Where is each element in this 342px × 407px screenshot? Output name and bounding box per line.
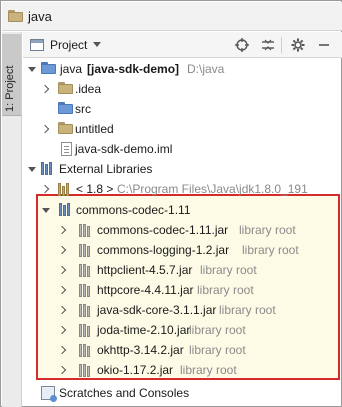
root-path: D:\java [187, 62, 225, 76]
project-tool-tab-label: 1: Project [4, 65, 16, 112]
jar-note: library root [197, 283, 254, 297]
tree-node-jar[interactable]: joda-time-2.10.jar library root [23, 320, 342, 340]
folder-label: .idea [75, 82, 102, 96]
jdk-icon [58, 182, 72, 199]
tree-node-commons-codec-lib[interactable]: commons-codec-1.11 [23, 200, 342, 220]
jar-name: commons-codec-1.11.jar [97, 223, 229, 237]
folder-label: src [75, 102, 91, 116]
jar-icon [79, 303, 93, 320]
jdk-path: C:\Program Files\Java\jdk1.8.0_191 [117, 182, 308, 196]
project-tree: java [java-sdk-demo] D:\java .idea src u… [23, 59, 342, 407]
project-view-selector[interactable]: Project [23, 37, 102, 52]
root-name: java [60, 62, 83, 76]
jar-note: library root [189, 343, 246, 357]
toolbar-divider [281, 37, 282, 53]
tree-node-iml[interactable]: java-sdk-demo.iml [23, 139, 342, 159]
tree-node-src[interactable]: src [23, 99, 342, 119]
jar-note: library root [242, 243, 299, 257]
jar-icon [79, 223, 93, 240]
jar-icon [79, 343, 93, 360]
jar-icon [79, 283, 93, 300]
jar-name: joda-time-2.10.jar [97, 323, 191, 337]
window-title: java [28, 8, 52, 24]
library-icon [59, 203, 73, 219]
tree-node-jdk[interactable]: < 1.8 > C:\Program Files\Java\jdk1.8.0_1… [23, 179, 342, 199]
file-label: java-sdk-demo.iml [75, 142, 173, 156]
jar-note: library root [239, 223, 296, 237]
jar-icon [79, 363, 93, 380]
title-bar: java [2, 2, 342, 31]
tree-node-idea[interactable]: .idea [23, 79, 342, 99]
chevron-down-icon [93, 42, 102, 47]
folder-label: untitled [75, 122, 114, 136]
tree-node-jar[interactable]: okio-1.17.2.jar library root [23, 360, 342, 380]
folder-icon [8, 9, 24, 23]
jar-name: okio-1.17.2.jar [97, 363, 174, 377]
expand-arrow-icon[interactable] [40, 179, 51, 199]
tree-node-jar[interactable]: java-sdk-core-3.1.1.jar library root [23, 300, 342, 320]
project-view-icon [30, 38, 44, 51]
expand-arrow-icon[interactable] [57, 280, 68, 300]
jar-name: httpclient-4.5.7.jar [97, 263, 193, 277]
library-icon [41, 162, 55, 178]
expand-arrow-icon[interactable] [41, 200, 51, 220]
expand-arrow-icon[interactable] [57, 360, 68, 380]
tree-node-scratches[interactable]: Scratches and Consoles [23, 383, 342, 403]
gear-icon[interactable] [289, 32, 307, 58]
root-module: [java-sdk-demo] [87, 62, 180, 76]
expand-arrow-icon[interactable] [27, 59, 37, 79]
expand-arrow-icon[interactable] [40, 79, 51, 99]
iml-file-icon [61, 142, 72, 159]
jar-name: okhttp-3.14.2.jar [97, 343, 184, 357]
expand-arrow-icon[interactable] [57, 260, 68, 280]
jar-note: library root [189, 323, 246, 337]
jar-icon [79, 263, 93, 280]
project-tool-tab[interactable]: 1: Project [2, 34, 21, 116]
jar-name: httpcore-4.4.11.jar [97, 283, 194, 297]
tree-node-external-libraries[interactable]: External Libraries [23, 159, 342, 179]
collapse-all-icon[interactable] [259, 32, 277, 58]
jar-icon [79, 243, 93, 260]
jar-note: library root [219, 303, 276, 317]
expand-arrow-icon[interactable] [57, 320, 68, 340]
module-folder-icon [41, 62, 61, 78]
project-view-label: Project [50, 37, 88, 52]
tree-node-jar[interactable]: httpclient-4.5.7.jar library root [23, 260, 342, 280]
tree-node-jar[interactable]: okhttp-3.14.2.jar library root [23, 340, 342, 360]
jar-icon [79, 323, 93, 340]
tree-node-jar[interactable]: httpcore-4.4.11.jar library root [23, 280, 342, 300]
library-label: commons-codec-1.11 [76, 203, 191, 217]
left-tool-strip: 1: Project [2, 32, 22, 407]
expand-arrow-icon[interactable] [57, 300, 68, 320]
expand-arrow-icon[interactable] [27, 159, 37, 179]
project-tool-window: java 1: Project Project java [java-sdk-d… [0, 0, 342, 407]
tree-node-jar[interactable]: commons-logging-1.2.jar library root [23, 240, 342, 260]
jar-note: library root [200, 263, 257, 277]
tree-node-untitled[interactable]: untitled [23, 119, 342, 139]
expand-arrow-icon[interactable] [57, 240, 68, 260]
jdk-name: < 1.8 > [76, 182, 114, 196]
expand-arrow-icon[interactable] [57, 340, 68, 360]
scratches-icon [41, 386, 57, 403]
jar-note: library root [180, 363, 237, 377]
scratches-label: Scratches and Consoles [59, 386, 190, 400]
tree-node-jar[interactable]: commons-codec-1.11.jar library root [23, 220, 342, 240]
minimize-icon[interactable] [315, 32, 333, 58]
external-libraries-label: External Libraries [59, 162, 153, 176]
target-icon[interactable] [233, 32, 251, 58]
tree-node-root[interactable]: java [java-sdk-demo] D:\java [23, 59, 342, 79]
jar-name: commons-logging-1.2.jar [97, 243, 230, 257]
jar-name: java-sdk-core-3.1.1.jar [97, 303, 217, 317]
expand-arrow-icon[interactable] [57, 220, 68, 240]
expand-arrow-icon[interactable] [40, 119, 51, 139]
